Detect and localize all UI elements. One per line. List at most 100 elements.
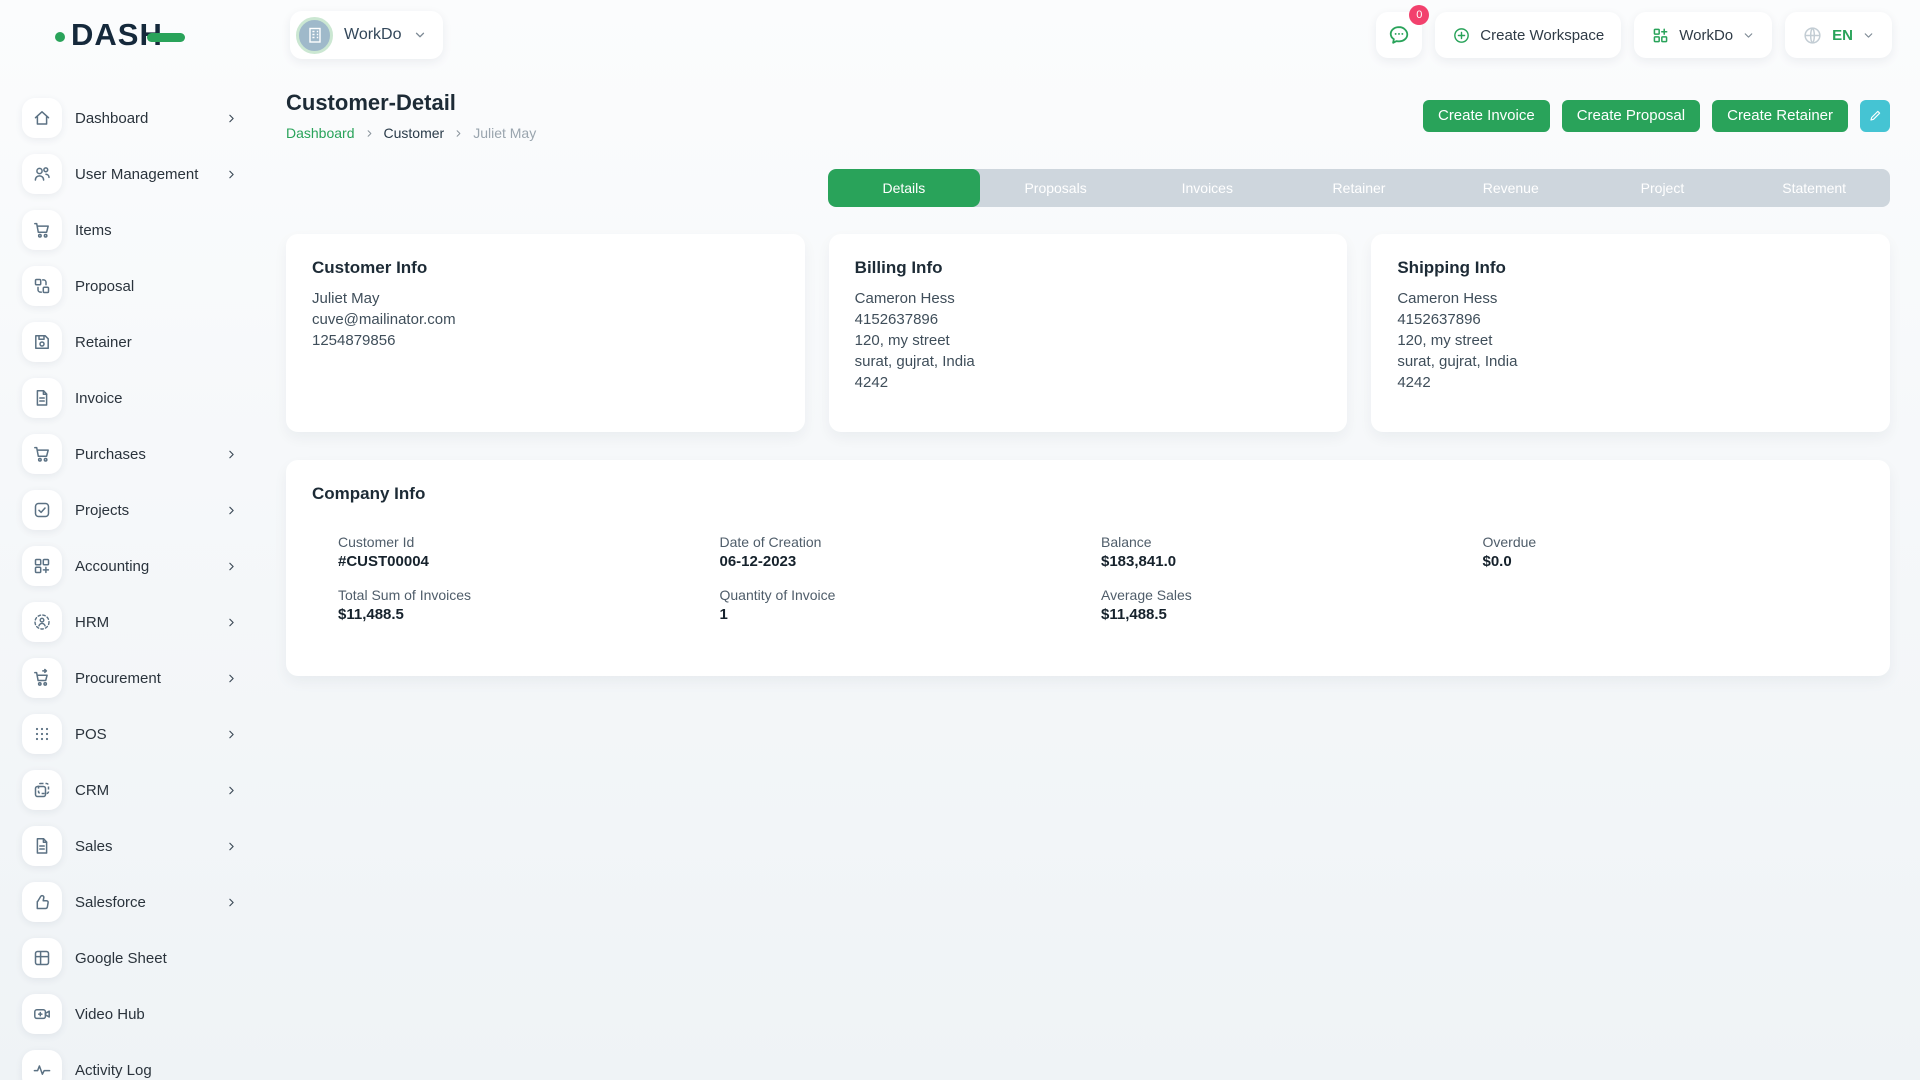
sidebar-item-label: Video Hub [75, 1006, 240, 1023]
chevron-right-icon [225, 840, 238, 853]
shipping-city: surat, gujrat, India [1397, 351, 1864, 372]
page-title: Customer-Detail [286, 90, 536, 116]
shipping-info-card: Shipping Info Cameron Hess 4152637896 12… [1371, 234, 1890, 432]
globe-icon [1802, 25, 1823, 46]
create-invoice-button[interactable]: Create Invoice [1423, 100, 1550, 132]
create-workspace-button[interactable]: Create Workspace [1435, 12, 1621, 58]
chevron-right-icon [453, 128, 464, 139]
table-icon [22, 938, 62, 978]
sidebar-item-label: Projects [75, 502, 225, 519]
sidebar-item-label: Dashboard [75, 110, 225, 127]
tab-details[interactable]: Details [828, 169, 980, 207]
language-code: EN [1832, 27, 1853, 44]
field-quantity-of-invoice: Quantity of Invoice 1 [720, 587, 1102, 623]
shipping-zip: 4242 [1397, 372, 1864, 393]
messenger-badge: 0 [1409, 5, 1429, 25]
chevron-right-icon [225, 728, 238, 741]
chevron-right-icon [225, 448, 238, 461]
chevron-right-icon [225, 672, 238, 685]
sidebar-item-hrm[interactable]: HRM [22, 602, 240, 642]
building-icon [305, 25, 325, 45]
chevron-right-icon [225, 896, 238, 909]
create-proposal-button[interactable]: Create Proposal [1562, 100, 1700, 132]
sidebar-item-dashboard[interactable]: Dashboard [22, 98, 240, 138]
floppy-icon [22, 322, 62, 362]
language-selector[interactable]: EN [1785, 12, 1892, 58]
edit-customer-button[interactable] [1860, 100, 1890, 132]
customer-info-card: Customer Info Juliet May cuve@mailinator… [286, 234, 805, 432]
tab-project[interactable]: Project [1587, 169, 1739, 207]
sidebar-item-video-hub[interactable]: Video Hub [22, 994, 240, 1034]
sidebar-item-projects[interactable]: Projects [22, 490, 240, 530]
sidebar-item-label: Accounting [75, 558, 225, 575]
users-icon [22, 154, 62, 194]
thumbs-up-icon [22, 882, 62, 922]
tab-proposals[interactable]: Proposals [980, 169, 1132, 207]
cart-arrow-icon [22, 658, 62, 698]
sidebar-item-label: User Management [75, 166, 225, 183]
sidebar-item-purchases[interactable]: Purchases [22, 434, 240, 474]
sidebar-item-procurement[interactable]: Procurement [22, 658, 240, 698]
sidebar-item-invoice[interactable]: Invoice [22, 378, 240, 418]
create-retainer-button[interactable]: Create Retainer [1712, 100, 1848, 132]
customer-email: cuve@mailinator.com [312, 309, 779, 330]
workdo-menu-button[interactable]: WorkDo [1634, 12, 1772, 58]
main-content: Customer-Detail Dashboard Customer Julie… [264, 70, 1920, 1080]
pulse-icon [22, 1050, 62, 1080]
sidebar-item-pos[interactable]: POS [22, 714, 240, 754]
tab-invoices[interactable]: Invoices [1131, 169, 1283, 207]
chat-icon [1387, 23, 1411, 47]
logo-dash-icon [147, 33, 185, 42]
sidebar-item-proposal[interactable]: Proposal [22, 266, 240, 306]
tab-revenue[interactable]: Revenue [1435, 169, 1587, 207]
sidebar-item-user-management[interactable]: User Management [22, 154, 240, 194]
card-title: Company Info [312, 484, 1864, 504]
sidebar-item-sales[interactable]: Sales [22, 826, 240, 866]
billing-phone: 4152637896 [855, 309, 1322, 330]
sidebar-item-label: Procurement [75, 670, 225, 687]
sidebar-item-label: Sales [75, 838, 225, 855]
breadcrumb-customer[interactable]: Customer [384, 125, 445, 141]
billing-name: Cameron Hess [855, 288, 1322, 309]
logo-dot-icon [55, 32, 65, 42]
sidebar-item-label: Purchases [75, 446, 225, 463]
sidebar-item-items[interactable]: Items [22, 210, 240, 250]
sidebar-item-label: Invoice [75, 390, 240, 407]
file-icon [22, 378, 62, 418]
chevron-right-icon [225, 504, 238, 517]
video-camera-icon [22, 994, 62, 1034]
sidebar-item-retainer[interactable]: Retainer [22, 322, 240, 362]
sidebar-item-google-sheet[interactable]: Google Sheet [22, 938, 240, 978]
home-icon [22, 98, 62, 138]
sidebar-item-label: HRM [75, 614, 225, 631]
company-info-card: Company Info Customer Id #CUST00004 Date… [286, 460, 1890, 676]
field-average-sales: Average Sales $11,488.5 [1101, 587, 1483, 623]
sidebar-item-accounting[interactable]: Accounting [22, 546, 240, 586]
field-customer-id: Customer Id #CUST00004 [338, 534, 720, 570]
sidebar-item-activity-log[interactable]: Activity Log [22, 1050, 240, 1080]
chevron-right-icon [225, 112, 238, 125]
chevron-right-icon [225, 168, 238, 181]
messenger-button[interactable]: 0 [1376, 12, 1422, 58]
check-square-icon [22, 490, 62, 530]
breadcrumb-dashboard[interactable]: Dashboard [286, 125, 355, 141]
squares-plus-icon [22, 546, 62, 586]
sidebar-item-label: Salesforce [75, 894, 225, 911]
card-title: Customer Info [312, 258, 779, 278]
breadcrumb-current: Juliet May [473, 125, 536, 141]
billing-info-card: Billing Info Cameron Hess 4152637896 120… [829, 234, 1348, 432]
card-title: Shipping Info [1397, 258, 1864, 278]
tab-statement[interactable]: Statement [1738, 169, 1890, 207]
sidebar-item-label: Retainer [75, 334, 240, 351]
grid-plus-icon [1651, 26, 1670, 45]
file-icon [22, 826, 62, 866]
sidebar-item-crm[interactable]: CRM [22, 770, 240, 810]
detail-tabs: Details Proposals Invoices Retainer Reve… [828, 169, 1890, 207]
field-date-of-creation: Date of Creation 06-12-2023 [720, 534, 1102, 570]
chevron-right-icon [364, 128, 375, 139]
workspace-selector[interactable]: WorkDo [290, 11, 443, 59]
tab-retainer[interactable]: Retainer [1283, 169, 1435, 207]
chevron-down-icon [413, 28, 427, 42]
chevron-right-icon [225, 784, 238, 797]
sidebar-item-salesforce[interactable]: Salesforce [22, 882, 240, 922]
